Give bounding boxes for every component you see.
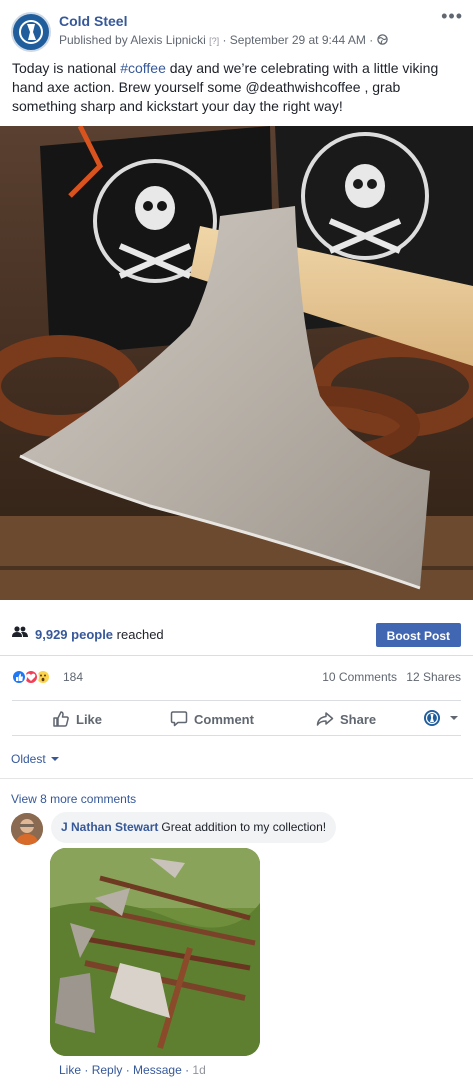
like-reaction-icon (11, 669, 27, 685)
comment-bubble: J Nathan Stewart Great addition to my col… (51, 812, 337, 843)
comment-author[interactable]: J Nathan Stewart (61, 820, 158, 834)
reach-text: 9,929 people reached (35, 627, 164, 642)
comment-text: Great addition to my collection! (161, 820, 327, 834)
comment-message-link[interactable]: Message (133, 1063, 182, 1077)
publisher-prefix: Published by (59, 33, 128, 47)
comment-icon (170, 711, 188, 727)
page-avatar-small-icon (424, 710, 440, 726)
like-label: Like (76, 711, 103, 727)
boost-post-button[interactable]: Boost Post (375, 623, 461, 647)
like-button[interactable]: Like (52, 710, 102, 728)
reach-suffix: reached (116, 627, 164, 642)
more-options-icon[interactable]: ••• (441, 6, 463, 27)
reaction-count[interactable]: 184 (63, 670, 83, 684)
caret-down-icon (450, 716, 458, 720)
people-icon (12, 626, 28, 637)
shares-count-link[interactable]: 12 Shares (406, 670, 461, 684)
commenter-avatar[interactable] (11, 813, 43, 845)
reach-count[interactable]: 9,929 people (35, 627, 113, 642)
share-button[interactable]: Share (316, 710, 376, 728)
publisher-name[interactable]: Alexis Lipnicki (130, 33, 205, 47)
comments-count-link[interactable]: 10 Comments (322, 670, 397, 684)
comment-actions: Like · Reply · Message · 1d (59, 1063, 206, 1077)
divider (0, 778, 473, 779)
hashtag-link[interactable]: #coffee (120, 60, 166, 76)
post-meta: Published by Alexis Lipnicki [?] · Septe… (59, 33, 388, 47)
comment-share-counts: 10 Comments 12 Shares (316, 670, 461, 684)
comment-sort-dropdown[interactable]: Oldest (11, 752, 60, 766)
post-photo[interactable] (0, 126, 473, 600)
page-name[interactable]: Cold Steel (59, 13, 127, 29)
caret-down-icon (51, 757, 60, 761)
thumbs-up-icon (53, 711, 69, 727)
comment-like-link[interactable]: Like (59, 1063, 81, 1077)
post-action-bar: Like Comment Share (12, 700, 461, 736)
post-as-selector[interactable] (423, 709, 465, 727)
globe-icon (376, 34, 388, 45)
post-text-before: Today is national (12, 60, 121, 76)
page-avatar[interactable] (11, 12, 51, 52)
post-message: Today is national #coffee day and we’re … (12, 59, 462, 116)
comment-button[interactable]: Comment (170, 710, 254, 728)
comment-photo[interactable] (50, 848, 260, 1056)
comment-label: Comment (194, 711, 254, 727)
engagement-summary: 184 10 Comments 12 Shares (0, 657, 473, 697)
view-more-comments-link[interactable]: View 8 more comments (11, 792, 136, 806)
comment-reply-link[interactable]: Reply (92, 1063, 123, 1077)
share-label: Share (340, 711, 377, 727)
help-link[interactable]: [?] (209, 36, 219, 46)
reach-bar: 9,929 people reached Boost Post (0, 612, 473, 656)
share-arrow-icon (316, 712, 334, 726)
post-header: Cold Steel Published by Alexis Lipnicki … (0, 0, 473, 58)
sort-label: Oldest (11, 752, 46, 766)
comment-time[interactable]: 1d (192, 1063, 205, 1077)
post-date[interactable]: September 29 at 9:44 AM (230, 33, 366, 47)
reaction-icons[interactable] (11, 669, 51, 685)
